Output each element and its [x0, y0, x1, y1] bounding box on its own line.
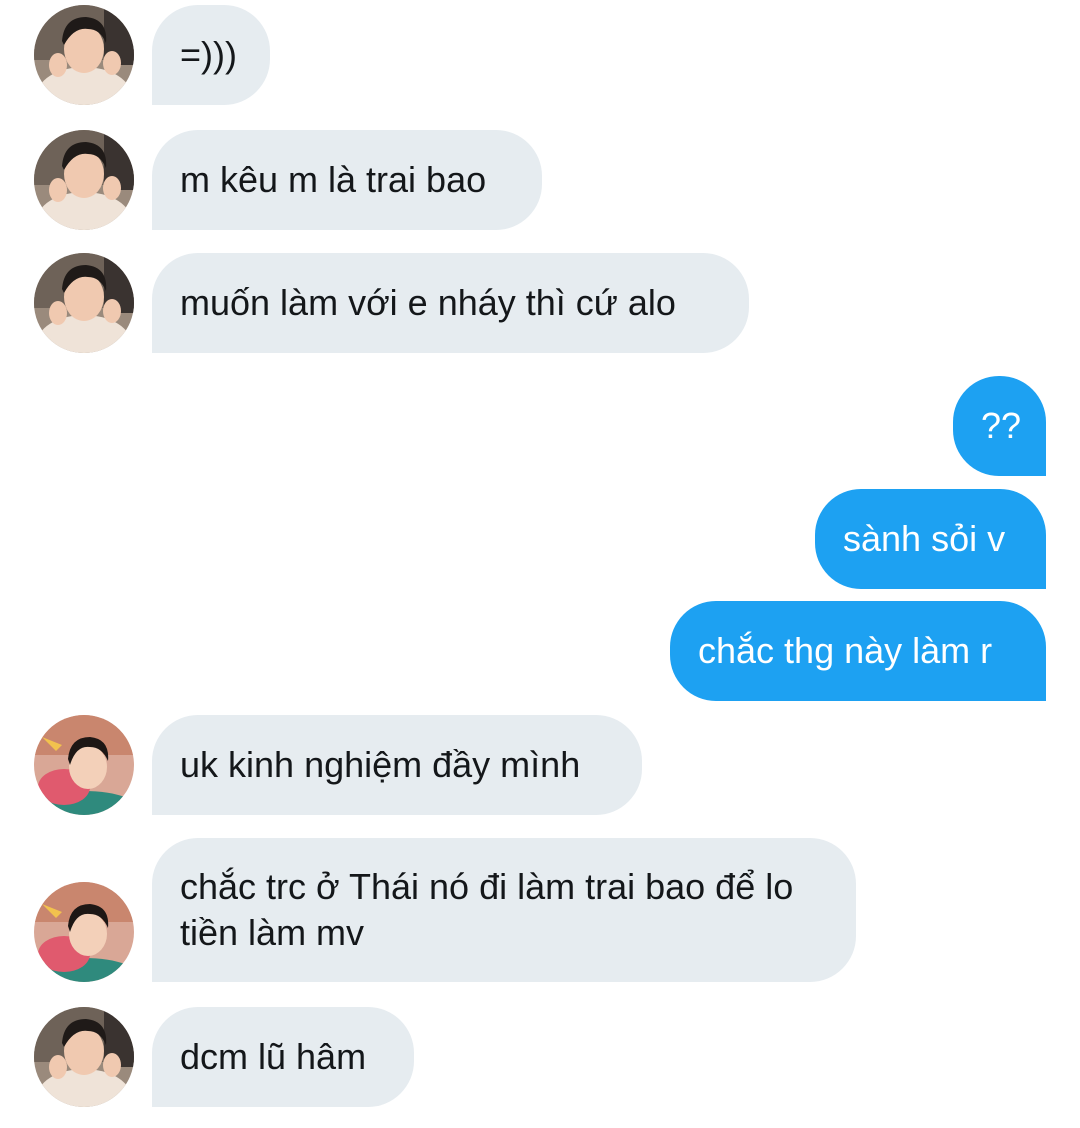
user-b-avatar-image — [34, 715, 134, 815]
message-row: chắc trc ở Thái nó đi làm trai bao để lo… — [0, 833, 1080, 988]
message-text: chắc thg này làm r — [698, 630, 993, 671]
avatar[interactable] — [34, 882, 134, 982]
avatar[interactable] — [34, 1007, 134, 1107]
message-text: chắc trc ở Thái nó đi làm trai bao để lo… — [180, 866, 794, 953]
message-bubble-incoming[interactable]: uk kinh nghiệm đầy mình — [152, 715, 642, 815]
message-text: ?? — [981, 405, 1022, 446]
message-text: =))) — [180, 34, 237, 75]
message-row: muốn làm với e nháy thì cứ alo — [0, 248, 1080, 358]
user-a-avatar-image — [34, 1007, 134, 1107]
message-text: sành sỏi v — [843, 518, 1006, 559]
message-text: muốn làm với e nháy thì cứ alo — [180, 282, 676, 323]
avatar[interactable] — [34, 130, 134, 230]
message-text: m kêu m là trai bao — [180, 159, 487, 200]
message-bubble-outgoing[interactable]: sành sỏi v — [815, 489, 1046, 589]
message-bubble-incoming[interactable]: m kêu m là trai bao — [152, 130, 542, 230]
message-bubble-incoming[interactable]: muốn làm với e nháy thì cứ alo — [152, 253, 749, 353]
message-bubble-incoming[interactable]: chắc trc ở Thái nó đi làm trai bao để lo… — [152, 838, 856, 982]
user-a-avatar-image — [34, 5, 134, 105]
avatar[interactable] — [34, 253, 134, 353]
message-text: uk kinh nghiệm đầy mình — [180, 744, 581, 785]
avatar[interactable] — [34, 715, 134, 815]
message-bubble-outgoing[interactable]: chắc thg này làm r — [670, 601, 1046, 701]
message-row: uk kinh nghiệm đầy mình — [0, 710, 1080, 820]
message-bubble-incoming[interactable]: dcm lũ hâm — [152, 1007, 414, 1107]
message-row: =))) — [0, 0, 1080, 110]
user-a-avatar-image — [34, 253, 134, 353]
message-row: m kêu m là trai bao — [0, 125, 1080, 235]
message-bubble-outgoing[interactable]: ?? — [953, 376, 1046, 476]
user-b-avatar-image — [34, 882, 134, 982]
message-bubble-incoming[interactable]: =))) — [152, 5, 270, 105]
avatar[interactable] — [34, 5, 134, 105]
message-text: dcm lũ hâm — [180, 1036, 367, 1077]
user-a-avatar-image — [34, 130, 134, 230]
message-row: dcm lũ hâm — [0, 1002, 1080, 1112]
